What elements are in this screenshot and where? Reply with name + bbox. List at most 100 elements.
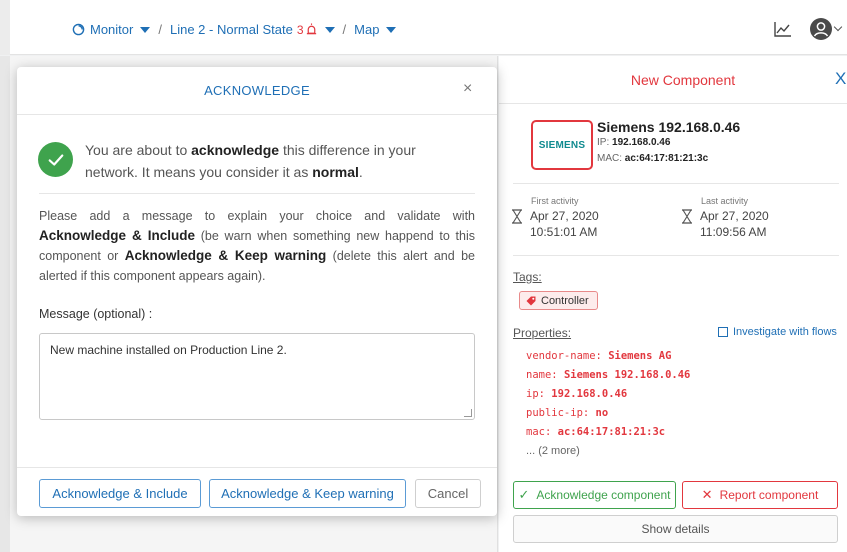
dialog-intro-text: You are about to acknowledge this differ… xyxy=(85,139,445,183)
more-properties-link[interactable]: ... (2 more) xyxy=(526,442,690,461)
property-value: ac:64:17:81:21:3c xyxy=(557,426,666,438)
dialog-description: Please add a message to explain your cho… xyxy=(39,206,475,286)
check-icon: ✓ xyxy=(518,487,530,502)
property-row: name: Siemens 192.168.0.46 xyxy=(526,366,690,385)
component-name: Siemens 192.168.0.46 xyxy=(597,119,741,135)
alarm-icon xyxy=(306,23,316,35)
mac-label: MAC: xyxy=(597,153,622,164)
ip-value: 192.168.0.46 xyxy=(612,137,671,148)
property-row: ip: 192.168.0.46 xyxy=(526,385,690,404)
breadcrumb-separator: / xyxy=(158,22,162,37)
property-key: mac: xyxy=(526,426,552,438)
component-ip: IP: 192.168.0.46 xyxy=(597,137,670,148)
first-activity-time: 10:51:01 AM xyxy=(530,225,598,239)
property-value: Siemens AG xyxy=(608,350,672,362)
panel-title: New Component xyxy=(630,72,736,88)
investigate-label: Investigate with flows xyxy=(733,326,837,338)
hourglass-icon xyxy=(682,209,692,224)
property-key: ip: xyxy=(526,388,545,400)
acknowledge-include-button[interactable]: Acknowledge & Include xyxy=(39,479,201,508)
component-details-panel: New Component X SIEMENS Siemens 192.168.… xyxy=(499,56,847,552)
check-circle-icon xyxy=(38,142,73,177)
intro-text: . xyxy=(358,164,363,180)
properties-list: vendor-name: Siemens AG name: Siemens 19… xyxy=(526,347,690,461)
close-icon: ✕ xyxy=(701,487,713,502)
breadcrumb-monitor-label: Monitor xyxy=(90,22,134,37)
component-mac: MAC: ac:64:17:81:21:3c xyxy=(597,153,708,164)
property-value: 192.168.0.46 xyxy=(551,388,628,400)
message-label: Message (optional) : xyxy=(39,307,153,321)
user-menu[interactable] xyxy=(810,18,843,40)
vendor-logo-text: SIEMENS xyxy=(538,139,586,151)
dialog-title: ACKNOWLEDGE xyxy=(204,83,310,98)
report-component-label: Report component xyxy=(719,488,819,502)
breadcrumb-view-label: Map xyxy=(354,22,380,37)
investigate-with-flows-link[interactable]: Investigate with flows xyxy=(718,326,837,338)
desc-emphasis: Acknowledge & Include xyxy=(39,228,196,243)
breadcrumb-monitor[interactable]: Monitor xyxy=(72,22,151,37)
breadcrumb-separator: / xyxy=(342,22,347,37)
divider xyxy=(17,114,497,115)
divider xyxy=(39,193,475,194)
property-key: vendor-name: xyxy=(526,350,602,362)
acknowledge-keep-warning-button[interactable]: Acknowledge & Keep warning xyxy=(209,479,406,508)
background-sidebar xyxy=(0,56,10,552)
panel-close-button[interactable]: X xyxy=(835,70,846,87)
alert-count: 3 xyxy=(296,22,304,37)
properties-label: Properties: xyxy=(513,326,572,340)
tags-label: Tags: xyxy=(513,270,542,284)
user-avatar-icon xyxy=(810,18,832,40)
last-activity: Last activity Apr 27, 2020 11:09:56 AM xyxy=(681,196,769,240)
first-activity-date: Apr 27, 2020 xyxy=(530,209,599,223)
last-activity-time: 11:09:56 AM xyxy=(700,225,767,239)
divider xyxy=(513,255,839,256)
divider xyxy=(17,467,497,468)
chevron-down-icon xyxy=(140,26,151,33)
desc-emphasis: Acknowledge & Keep warning xyxy=(124,248,327,263)
left-gutter xyxy=(0,0,10,55)
message-value: New machine installed on Production Line… xyxy=(50,343,287,357)
breadcrumb: Monitor / Line 2 - Normal State 3 / Map xyxy=(72,22,397,37)
tag-controller[interactable]: Controller xyxy=(519,291,598,310)
last-activity-date: Apr 27, 2020 xyxy=(700,209,769,223)
property-row: public-ip: no xyxy=(526,404,690,423)
tag-label: Controller xyxy=(541,294,589,307)
line-chart-icon[interactable] xyxy=(774,21,792,37)
first-activity-label: First activity xyxy=(531,196,579,206)
acknowledge-component-button[interactable]: ✓ Acknowledge component xyxy=(513,481,676,509)
ip-label: IP: xyxy=(597,137,610,148)
resize-handle-icon[interactable] xyxy=(464,409,472,417)
cancel-button[interactable]: Cancel xyxy=(415,479,481,508)
first-activity: First activity Apr 27, 2020 10:51:01 AM xyxy=(511,196,599,240)
breadcrumb-line-label: Line 2 - Normal State xyxy=(169,22,293,37)
last-activity-label: Last activity xyxy=(701,196,749,206)
chevron-down-icon xyxy=(386,26,397,33)
divider xyxy=(499,103,847,104)
property-key: name: xyxy=(526,369,558,381)
report-component-button[interactable]: ✕ Report component xyxy=(682,481,838,509)
divider xyxy=(513,183,839,184)
desc-text: Please add a message to explain your cho… xyxy=(39,209,475,223)
property-row: vendor-name: Siemens AG xyxy=(526,347,690,366)
acknowledge-dialog: ACKNOWLEDGE × You are about to acknowled… xyxy=(17,67,497,516)
dialog-close-button[interactable]: × xyxy=(463,81,472,97)
property-value: no xyxy=(595,407,609,419)
breadcrumb-view[interactable]: Map xyxy=(354,22,397,37)
message-textarea[interactable]: New machine installed on Production Line… xyxy=(39,333,475,420)
property-row: mac: ac:64:17:81:21:3c xyxy=(526,423,690,442)
top-bar: Monitor / Line 2 - Normal State 3 / Map xyxy=(0,0,847,55)
chevron-down-icon xyxy=(324,26,335,33)
show-details-button[interactable]: Show details xyxy=(513,515,838,543)
property-key: public-ip: xyxy=(526,407,590,419)
intro-emphasis: acknowledge xyxy=(191,142,280,158)
tag-icon xyxy=(526,296,536,305)
flows-icon xyxy=(718,327,728,337)
chevron-down-icon xyxy=(833,22,843,32)
monitor-icon xyxy=(72,23,85,36)
acknowledge-component-label: Acknowledge component xyxy=(536,488,671,502)
vendor-logo: SIEMENS xyxy=(531,120,593,170)
property-value: Siemens 192.168.0.46 xyxy=(563,369,691,381)
breadcrumb-line[interactable]: Line 2 - Normal State 3 xyxy=(170,22,335,37)
intro-emphasis: normal xyxy=(312,164,359,180)
intro-text: You are about to xyxy=(85,142,192,158)
